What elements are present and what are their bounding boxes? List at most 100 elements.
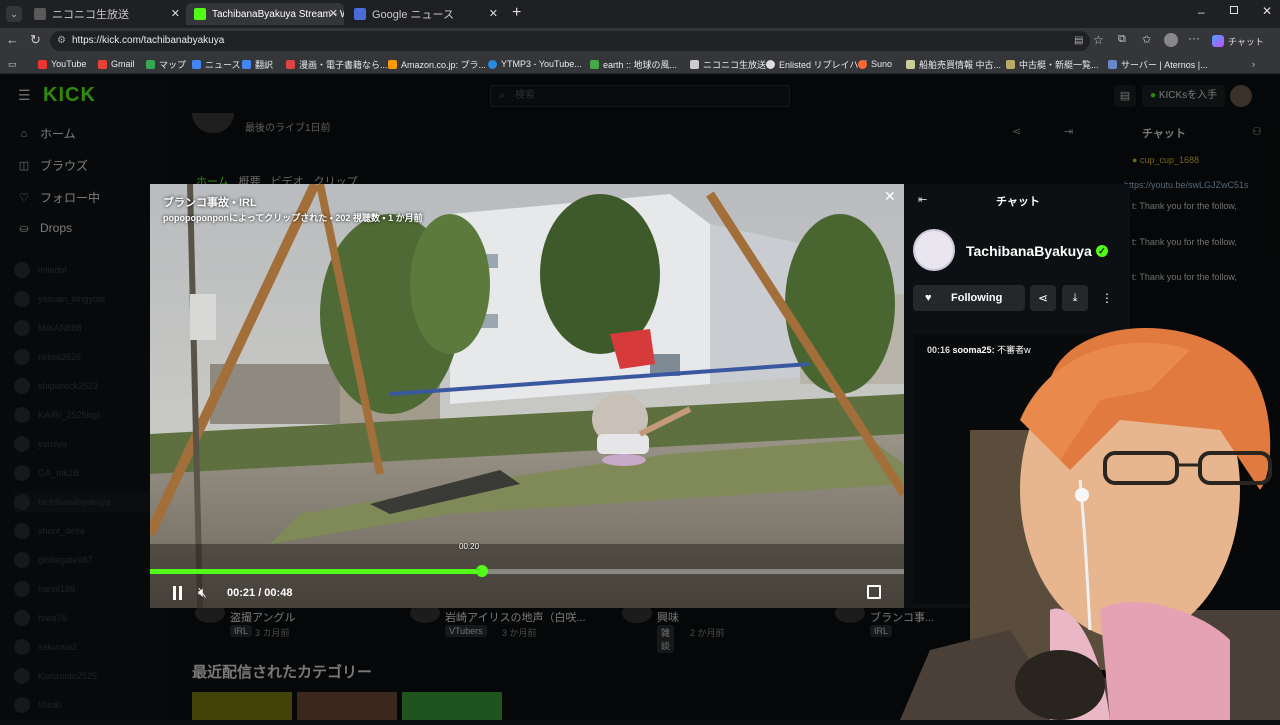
- bookmark-label: 漫画・電子書籍なら...: [299, 59, 388, 70]
- streamer-avatar[interactable]: [913, 229, 955, 271]
- bookmark-translate[interactable]: 翻訳: [242, 57, 273, 71]
- profile-avatar[interactable]: [1164, 33, 1178, 47]
- webcam-overlay: [900, 310, 1280, 720]
- browser-tab-google-news[interactable]: Google ニュース ✕: [346, 3, 504, 25]
- aternos-icon: [1108, 59, 1117, 69]
- bookmark-manga[interactable]: 漫画・電子書籍なら...: [286, 57, 388, 71]
- bookmark-youtube[interactable]: YouTube: [38, 57, 86, 71]
- bookmark-label: Suno: [871, 59, 893, 69]
- bookmark-label: YouTube: [51, 59, 87, 69]
- bookmark-star-icon[interactable]: ☆: [1093, 33, 1104, 47]
- close-modal-icon[interactable]: ✕: [884, 188, 896, 205]
- bookmark-suno[interactable]: Suno: [858, 57, 892, 71]
- news-icon: [192, 59, 201, 69]
- mute-icon[interactable]: 🔇︎: [198, 584, 207, 601]
- following-button[interactable]: ♥ Following: [913, 285, 1025, 311]
- streamer-name[interactable]: TachibanaByakuya: [966, 243, 1092, 259]
- close-icon[interactable]: ✕: [489, 7, 498, 20]
- menu-dots-icon[interactable]: ···: [1188, 31, 1200, 45]
- bookmark-enlisted[interactable]: Enlisted リプレイハブ: [766, 57, 867, 71]
- bookmark-maps[interactable]: マップ: [146, 57, 186, 71]
- tab-title: ニコニコ生放送: [52, 9, 129, 21]
- youtube-icon: [38, 59, 47, 69]
- clip-meta: popopoponponによってクリップされた • 202 視聴数 • 1 か月…: [163, 213, 423, 223]
- fullscreen-icon[interactable]: [867, 585, 881, 599]
- video-frame: [150, 184, 904, 608]
- bookmark-aternos[interactable]: サーバー | Aternos |...: [1108, 57, 1208, 71]
- collapse-chat-icon[interactable]: ⇤: [918, 193, 927, 206]
- close-window-button[interactable]: ✕: [1262, 4, 1272, 18]
- maximize-button[interactable]: [1230, 6, 1238, 14]
- browser-tab-kick[interactable]: TachibanaByakuya Stream - Watch ✕: [186, 3, 344, 25]
- browser-tab-bar: ⌄ ニコニコ生放送 ✕ TachibanaByakuya Stream - Wa…: [0, 0, 1280, 28]
- apps-icon[interactable]: ▭: [8, 57, 17, 71]
- bookmark-label: Amazon.co.jp: プラ...: [401, 59, 487, 70]
- clip-title: ブランコ事故 • IRL: [163, 197, 257, 209]
- bookmark-label: ニコニコ生放送: [703, 59, 767, 70]
- bookmark-label: サーバー | Aternos |...: [1121, 59, 1208, 70]
- site-info-icon[interactable]: ⚙: [57, 31, 66, 51]
- extensions-icon[interactable]: ⧉: [1118, 33, 1126, 46]
- used-boat-icon: [1006, 59, 1015, 69]
- minimize-button[interactable]: –: [1198, 5, 1205, 19]
- reader-mode-icon[interactable]: ▤: [1074, 31, 1083, 51]
- bookmark-amazon[interactable]: Amazon.co.jp: プラ...: [388, 57, 486, 71]
- bookmark-label: earth :: 地球の風...: [603, 59, 678, 70]
- kick-favicon-icon: [194, 8, 206, 20]
- bookmarks-bar: ▭ YouTube Gmail マップ ニュース 翻訳 漫画・電子書籍なら...…: [0, 54, 1280, 74]
- tab-title: Google ニュース: [372, 9, 454, 21]
- more-options-icon[interactable]: ⋮: [1094, 285, 1120, 311]
- manga-icon: [286, 59, 295, 69]
- ytmp3-icon: [488, 59, 497, 69]
- translate-icon: [242, 59, 251, 69]
- new-tab-button[interactable]: +: [512, 4, 521, 22]
- bookmark-label: マップ: [159, 59, 187, 70]
- bookmark-used-boats[interactable]: 中古艇・新艇一覧...: [1006, 57, 1099, 71]
- maps-icon: [146, 59, 155, 69]
- favorites-icon[interactable]: ✩: [1142, 33, 1151, 46]
- reload-icon[interactable]: ↻: [30, 32, 41, 48]
- back-icon[interactable]: ←: [6, 32, 19, 47]
- chat-panel-title: チャット: [996, 196, 1040, 208]
- copilot-label: チャット: [1228, 36, 1264, 47]
- bookmark-news[interactable]: ニュース: [192, 57, 241, 71]
- google-news-favicon-icon: [354, 8, 366, 20]
- pause-icon[interactable]: [172, 586, 184, 600]
- clip-video-player[interactable]: ブランコ事故 • IRL popopoponponによってクリップされた • 2…: [150, 184, 904, 608]
- heart-filled-icon: ♥: [925, 292, 932, 304]
- bookmark-niconico[interactable]: ニコニコ生放送: [690, 57, 766, 71]
- pause-bar-right: [179, 586, 182, 600]
- bookmark-earth[interactable]: earth :: 地球の風...: [590, 57, 677, 71]
- progress-fill: [150, 569, 482, 574]
- amazon-icon: [388, 59, 397, 69]
- share-button[interactable]: ⋖: [1030, 285, 1056, 311]
- tab-title: TachibanaByakuya Stream - Watch: [212, 8, 344, 20]
- progress-knob[interactable]: [475, 565, 488, 577]
- bookmark-boats[interactable]: 船舶売買情報 中古...: [906, 57, 1001, 71]
- copilot-icon: [1212, 35, 1224, 47]
- following-label: Following: [951, 292, 1003, 304]
- browser-toolbar: ← ↻ ⚙ https://kick.com/tachibanabyakuya …: [0, 28, 1280, 54]
- url-text: https://kick.com/tachibanabyakuya: [72, 35, 225, 46]
- download-button[interactable]: ⤓: [1062, 285, 1088, 311]
- close-icon[interactable]: ✕: [171, 7, 180, 20]
- bookmark-label: 中古艇・新艇一覧...: [1019, 59, 1099, 70]
- enlisted-icon: [766, 59, 775, 69]
- bookmark-gmail[interactable]: Gmail: [98, 57, 135, 71]
- gmail-icon: [98, 59, 107, 69]
- progress-track[interactable]: [150, 565, 904, 577]
- earth-icon: [590, 59, 599, 69]
- bookmark-label: YTMP3 - YouTube...: [501, 59, 582, 69]
- browser-tab-niconico[interactable]: ニコニコ生放送 ✕: [26, 3, 186, 25]
- more-bookmarks-icon[interactable]: ›: [1252, 57, 1255, 71]
- verified-icon: ✓: [1096, 245, 1108, 257]
- close-icon[interactable]: ✕: [329, 7, 338, 20]
- address-bar[interactable]: ⚙ https://kick.com/tachibanabyakuya ▤: [50, 31, 1090, 51]
- tab-search-icon[interactable]: ⌄: [6, 6, 22, 22]
- copilot-button[interactable]: チャット: [1212, 32, 1264, 50]
- bookmark-ytmp3[interactable]: YTMP3 - YouTube...: [488, 57, 582, 71]
- time-display: 00:21 / 00:48: [227, 587, 293, 599]
- niconico-favicon-icon: [34, 8, 46, 20]
- boat-icon: [906, 59, 915, 69]
- suno-icon: [858, 59, 867, 69]
